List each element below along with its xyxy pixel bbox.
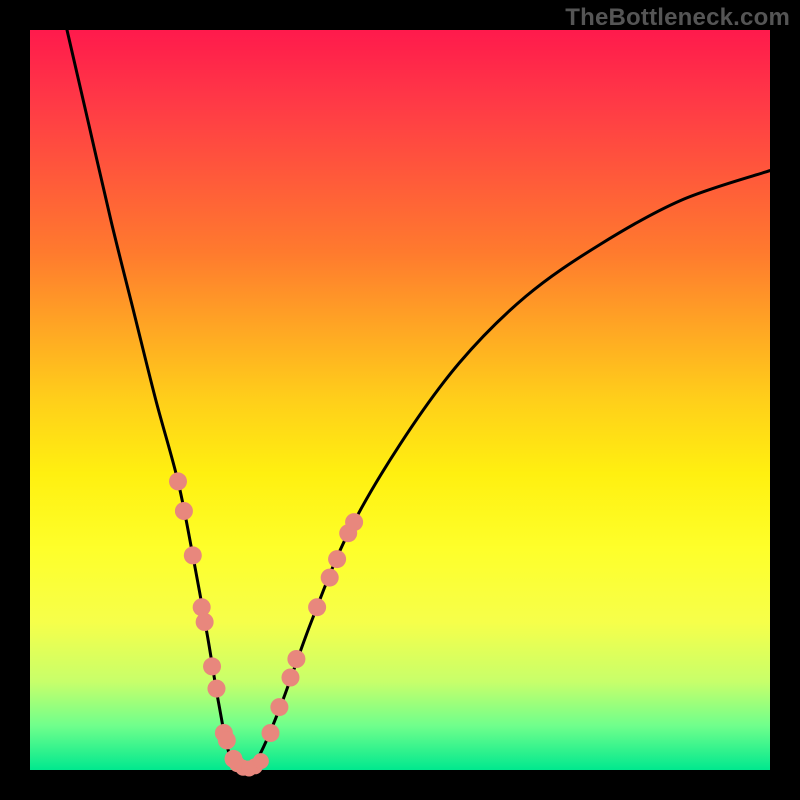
data-dot [270,698,288,716]
data-dot [175,502,193,520]
data-dot [196,613,214,631]
bottleneck-curve [67,30,770,770]
data-dot [184,546,202,564]
data-dot [218,731,236,749]
watermark-text: TheBottleneck.com [565,4,790,32]
data-dot [253,753,269,769]
data-dot [345,513,363,531]
minimum-dots [229,753,269,776]
left-branch-dots [169,472,243,768]
curve-group [67,30,770,770]
data-dot [262,724,280,742]
right-branch-dots [262,513,364,742]
data-dot [287,650,305,668]
data-dot [308,598,326,616]
data-dot [321,569,339,587]
chart-svg [30,30,770,770]
data-dot [203,657,221,675]
data-dot [328,550,346,568]
data-dot [193,598,211,616]
data-dot [169,472,187,490]
chart-frame: TheBottleneck.com [0,0,800,800]
data-dot [207,680,225,698]
data-dot [281,669,299,687]
